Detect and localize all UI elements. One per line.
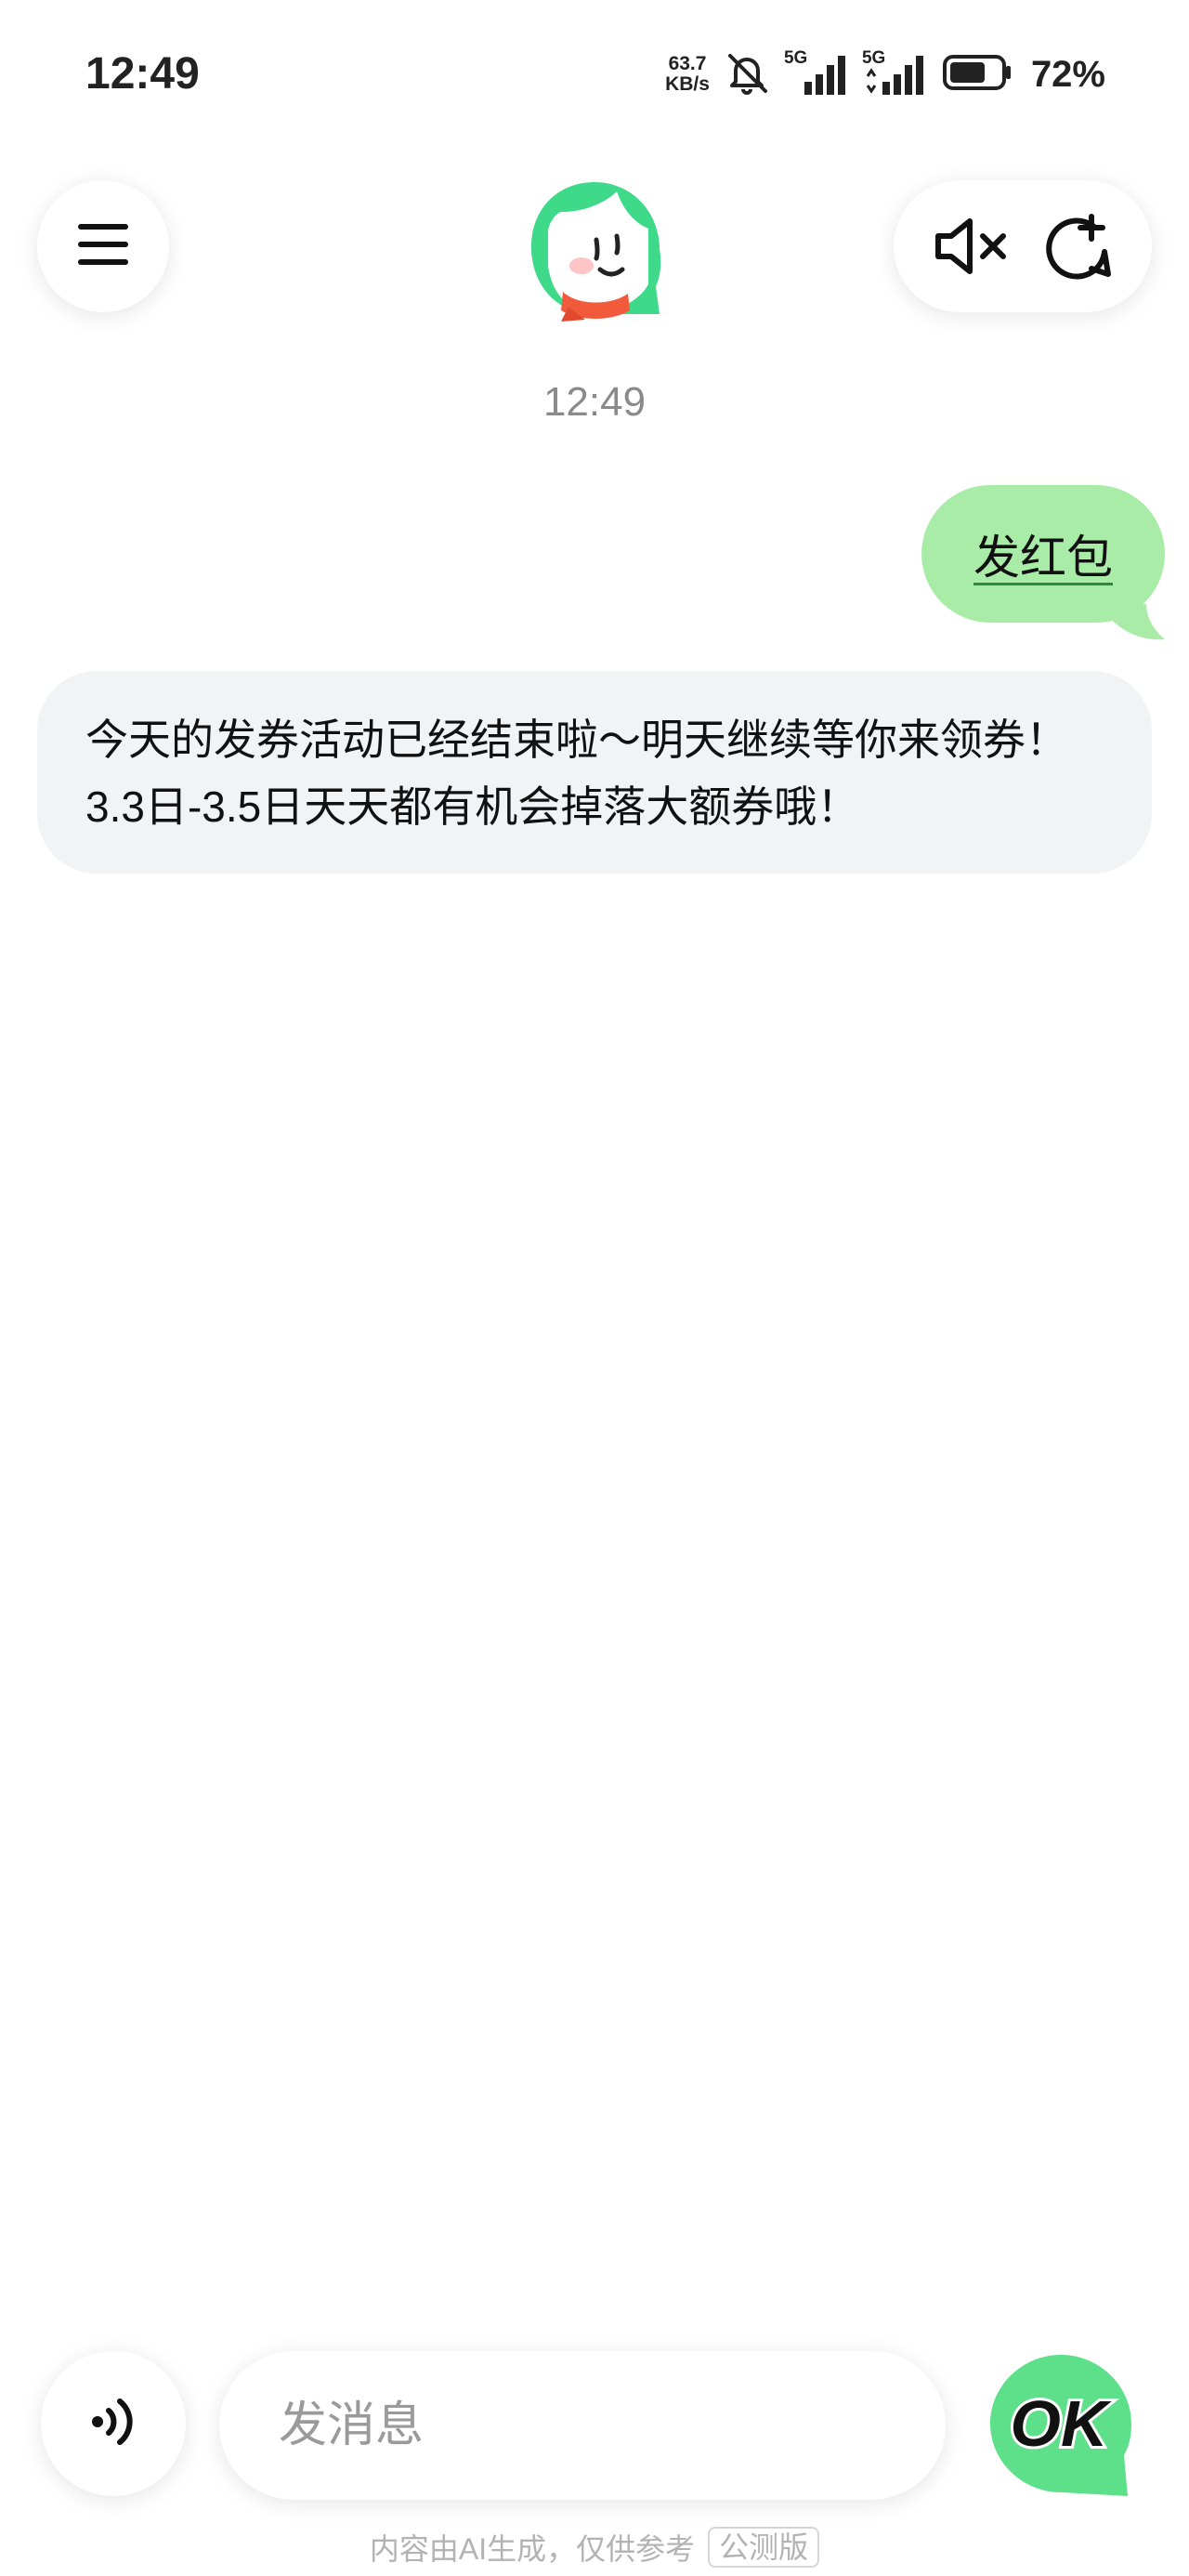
status-icons: 63.7 KB/s 5G 5G 72% — [665, 46, 1105, 102]
footer-note-text: 内容由AI生成，仅供参考 — [369, 2532, 696, 2566]
user-message-text[interactable]: 发红包 — [973, 520, 1113, 587]
network-speed-value: 63.7 — [668, 53, 707, 74]
signal-5g-2: 5G — [862, 48, 929, 97]
new-chat-icon[interactable] — [1043, 211, 1114, 282]
chat-timestamp: 12:49 — [542, 379, 647, 425]
menu-button[interactable] — [37, 180, 169, 312]
status-bar: 12:49 63.7 KB/s 5G 5G 72% — [0, 0, 1189, 149]
user-bubble-tail — [1109, 604, 1165, 640]
network-speed-unit: KB/s — [665, 73, 710, 95]
battery-icon — [942, 54, 1013, 96]
message-input[interactable] — [219, 2351, 946, 2500]
footer-disclaimer: 内容由AI生成，仅供参考 公测版 — [0, 2526, 1189, 2569]
signal-5g-1: 5G — [784, 48, 849, 97]
assistant-message-bubble[interactable]: 今天的发券活动已经结束啦～明天继续等你来领券！3.3日-3.5日天天都有机会掉落… — [37, 671, 1152, 874]
voice-input-button[interactable] — [41, 2351, 186, 2496]
battery-percent: 72% — [1030, 53, 1105, 95]
user-message-bubble[interactable]: 发红包 — [921, 485, 1165, 623]
speaker-muted-icon[interactable] — [933, 214, 1011, 279]
network-speed: 63.7 KB/s — [665, 54, 710, 95]
status-time: 12:49 — [85, 49, 200, 99]
beta-badge: 公测版 — [708, 2527, 820, 2568]
hamburger-menu-icon — [77, 221, 129, 272]
signal-1-tag: 5G — [783, 48, 808, 68]
assistant-avatar[interactable] — [520, 175, 669, 323]
header-actions — [894, 180, 1152, 312]
ok-button[interactable]: OK — [986, 2351, 1135, 2500]
assistant-message-text: 今天的发券活动已经结束啦～明天继续等你来领券！3.3日-3.5日天天都有机会掉落… — [85, 716, 1068, 831]
bell-muted-icon — [723, 50, 771, 99]
ok-label: OK — [1011, 2387, 1112, 2460]
voice-input-icon — [90, 2394, 137, 2454]
signal-2-tag: 5G — [861, 48, 886, 68]
